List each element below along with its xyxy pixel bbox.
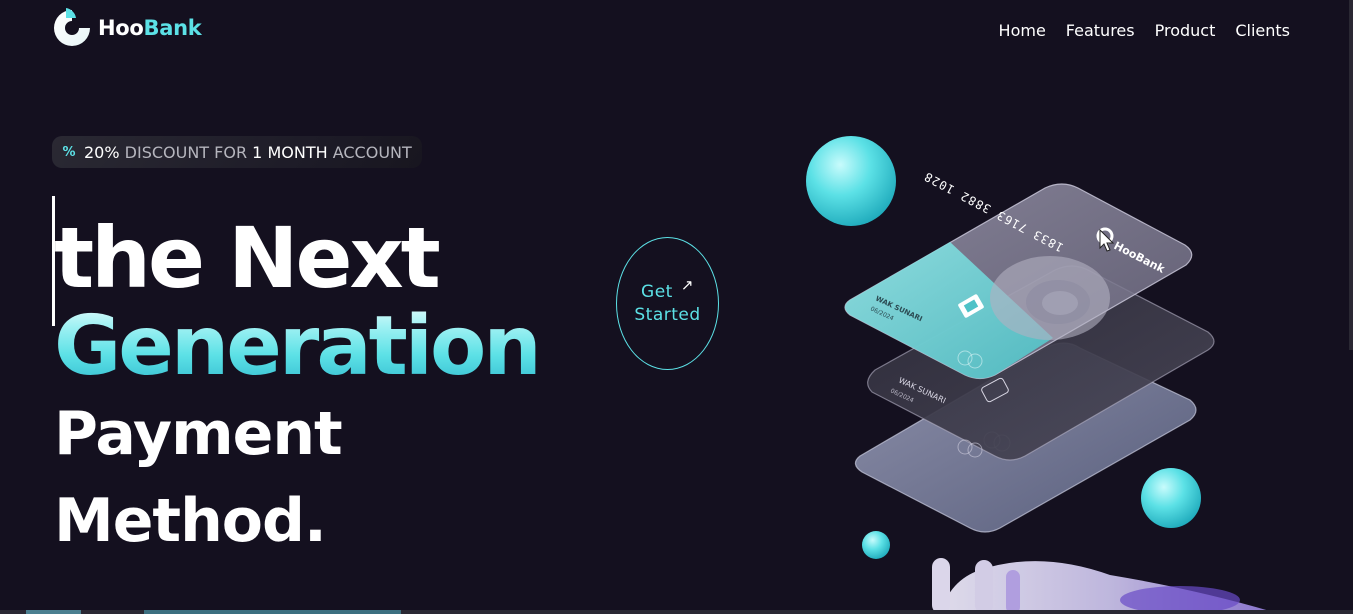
- hero-title-line-3: Payment: [54, 399, 343, 469]
- hero-title-line-2: Generation: [54, 299, 542, 394]
- robot-hand: [932, 558, 1280, 614]
- nav-link-home[interactable]: Home: [999, 21, 1046, 40]
- hero-title-line-1: the Next: [54, 209, 441, 307]
- hero-title-line-4: Method.: [54, 486, 327, 556]
- discount-duration-number: 1: [252, 142, 263, 162]
- nav-link-clients[interactable]: Clients: [1235, 21, 1290, 40]
- discount-duration-unit: MONTH: [267, 142, 328, 162]
- main-nav: Home Features Product Clients: [999, 21, 1290, 40]
- landing-page: HooBank Home Features Product Clients % …: [0, 0, 1353, 614]
- get-started-button[interactable]: Get ↗ Started: [616, 237, 719, 370]
- vertical-scrollbar[interactable]: [1349, 0, 1353, 350]
- nav-link-product[interactable]: Product: [1155, 21, 1216, 40]
- get-started-label-1: Get: [641, 281, 673, 302]
- discount-percent: 20%: [84, 142, 120, 162]
- discount-text: DISCOUNT FOR: [124, 142, 248, 162]
- hero-illustration: WAK SUNARI 06/2024 1833 7163 3882 1028 H…: [806, 136, 1280, 614]
- hoobank-logo-icon: [54, 8, 90, 46]
- scrollbar-thumb[interactable]: [144, 610, 401, 614]
- brand-name: HooBank: [98, 16, 202, 40]
- sphere-medium: [1141, 468, 1201, 528]
- horizontal-scrollbar[interactable]: [0, 610, 1353, 614]
- discount-account-text: ACCOUNT: [332, 142, 412, 162]
- sphere-small: [862, 531, 890, 559]
- percent-icon: %: [62, 144, 76, 160]
- arrow-up-right-icon: ↗: [680, 275, 694, 294]
- brand-logo[interactable]: HooBank: [52, 8, 202, 48]
- scrollbar-segment: [26, 610, 81, 614]
- sphere-large: [806, 136, 896, 226]
- get-started-label-2: Started: [634, 304, 701, 325]
- discount-badge: % 20% DISCOUNT FOR 1 MONTH ACCOUNT: [52, 136, 422, 168]
- nav-link-features[interactable]: Features: [1066, 21, 1135, 40]
